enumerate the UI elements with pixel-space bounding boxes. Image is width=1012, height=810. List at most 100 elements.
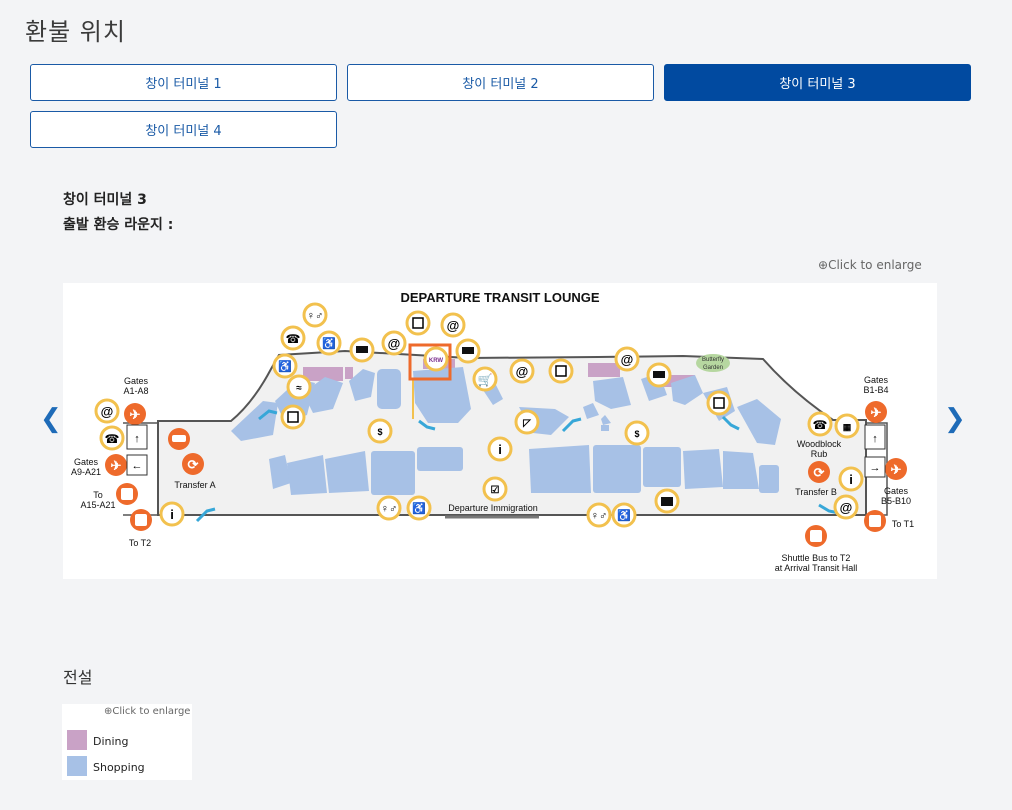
svg-text:♀♂: ♀♂ — [307, 310, 324, 322]
internet-icon: @ — [381, 330, 407, 356]
bus-icon — [116, 483, 138, 505]
refund-counter-icon: KRW — [423, 346, 449, 372]
info-board-icon — [646, 362, 672, 388]
internet-icon: @ — [94, 398, 120, 424]
gates-b5-b10-label-2: B5-B10 — [881, 496, 911, 506]
shopping-cart-icon: 🛒 — [472, 366, 498, 392]
svg-text:✈: ✈ — [111, 458, 122, 473]
transfer-b-label: Transfer B — [795, 487, 837, 497]
info-counter-icon: i — [159, 501, 185, 527]
svg-text:→: → — [870, 462, 881, 474]
gate-arrow-left: ← — [126, 454, 148, 476]
shuttle-label-1: Shuttle Bus to T2 — [782, 553, 851, 563]
svg-text:$: $ — [377, 427, 382, 437]
accessible-icon: ♿ — [611, 502, 637, 528]
transfer-icon: ⟳ — [808, 461, 830, 483]
tax-refund-icon: ◸ — [514, 409, 540, 435]
currency-exchange-icon: $ — [367, 418, 393, 444]
map-enlarge-text: Click to enlarge — [828, 258, 922, 272]
svg-text:♿: ♿ — [412, 502, 426, 515]
legend-box[interactable]: ⊕Click to enlarge Dining Shopping — [62, 704, 192, 780]
zoom-icon: ⊕ — [818, 258, 829, 272]
svg-text:☎: ☎ — [105, 432, 120, 446]
page-title: 환불 위치 — [25, 18, 126, 46]
dining-swatch — [67, 730, 87, 750]
svg-text:♿: ♿ — [617, 509, 631, 522]
svg-text:@: @ — [840, 500, 853, 515]
immigration-officer-icon: ☑ — [482, 476, 508, 502]
airplane-icon: ✈ — [865, 401, 887, 423]
tab-terminal-2[interactable]: 창이 터미널 2 — [347, 64, 654, 101]
svg-text:$: $ — [634, 429, 639, 439]
lift-icon — [280, 404, 306, 430]
tab-terminal-1[interactable]: 창이 터미널 1 — [30, 64, 337, 101]
internet-icon: @ — [440, 312, 466, 338]
internet-icon: @ — [614, 346, 640, 372]
currency-exchange-icon: $ — [624, 420, 650, 446]
legend-enlarge-link[interactable]: ⊕Click to enlarge — [104, 706, 190, 717]
svg-text:@: @ — [388, 336, 401, 351]
shuttle-label-2: at Arrival Transit Hall — [775, 563, 858, 573]
svg-text:@: @ — [447, 318, 460, 333]
gates-a9-a21-label-1: Gates — [74, 457, 99, 467]
svg-text:@: @ — [101, 404, 114, 419]
to-t1-label: To T1 — [892, 519, 914, 529]
svg-text:@: @ — [621, 352, 634, 367]
gates-a1-a8-label-2: A1-A8 — [123, 386, 148, 396]
transfer-a-label: Transfer A — [174, 480, 215, 490]
next-arrow-icon[interactable]: ❯ — [944, 406, 966, 432]
terminal-map[interactable]: DEPARTURE TRANSIT LOUNGE Butterfly Garde… — [63, 283, 937, 579]
tab-terminal-4[interactable]: 창이 터미널 4 — [30, 111, 337, 148]
transfer-icon: ⟳ — [182, 453, 204, 475]
bus-icon — [864, 510, 886, 532]
internet-icon: @ — [833, 494, 859, 520]
map-enlarge-link[interactable]: ⊕Click to enlarge — [818, 258, 922, 272]
to-t2-label: To T2 — [129, 538, 151, 548]
woodblock-rub-label-1: Woodblock — [797, 439, 842, 449]
restroom-icon: ♀♂ — [302, 302, 328, 328]
terminal-name: 창이 터미널 3 — [63, 192, 147, 208]
phone-icon: ☎ — [807, 411, 833, 437]
prayer-room-icon: ▦ — [834, 413, 860, 439]
svg-text:@: @ — [516, 364, 529, 379]
internet-icon: @ — [509, 358, 535, 384]
accessible-icon: ♿ — [272, 353, 298, 379]
svg-text:🛒: 🛒 — [478, 373, 493, 387]
bus-icon — [805, 525, 827, 547]
gates-b1-b4-label-2: B1-B4 — [863, 385, 888, 395]
svg-text:↑: ↑ — [872, 433, 878, 445]
smoking-icon: ≈ — [286, 374, 312, 400]
svg-text:◸: ◸ — [522, 418, 532, 429]
woodblock-rub-label-2: Rub — [811, 449, 828, 459]
legend-title: 전설 — [63, 668, 93, 687]
gates-a9-a21-label-2: A9-A21 — [71, 467, 101, 477]
lounge-label: 출발 환승 라운지 : — [63, 217, 174, 233]
svg-text:i: i — [170, 507, 174, 522]
restroom-icon: ♀♂ — [376, 495, 402, 521]
svg-text:♿: ♿ — [322, 337, 336, 350]
taxi-icon — [168, 428, 190, 450]
restroom-icon: ♀♂ — [586, 502, 612, 528]
phone-icon: ☎ — [99, 425, 125, 451]
svg-text:⟳: ⟳ — [188, 457, 199, 472]
lift-icon — [548, 358, 574, 384]
svg-text:≈: ≈ — [296, 383, 302, 394]
gate-arrow-up: ↑ — [864, 424, 886, 450]
gates-b5-b10-label-1: Gates — [884, 486, 909, 496]
shopping-swatch — [67, 756, 87, 776]
terminal-map-svg: DEPARTURE TRANSIT LOUNGE Butterfly Garde… — [71, 290, 914, 573]
to-a15-a21-label-1: To — [93, 490, 103, 500]
prev-arrow-icon[interactable]: ❮ — [40, 406, 62, 432]
legend-dining-label: Dining — [93, 735, 129, 748]
legend-enlarge-text: Click to enlarge — [112, 706, 191, 717]
svg-text:✈: ✈ — [891, 462, 902, 477]
map-heading: DEPARTURE TRANSIT LOUNGE — [400, 290, 599, 305]
bus-icon — [130, 509, 152, 531]
phone-icon: ☎ — [280, 325, 306, 351]
svg-text:✈: ✈ — [130, 407, 141, 422]
accessible-icon: ♿ — [316, 330, 342, 356]
info-counter-icon: i — [487, 436, 513, 462]
svg-text:i: i — [849, 472, 853, 487]
tab-terminal-3[interactable]: 창이 터미널 3 — [664, 64, 971, 101]
gate-arrow-up: ↑ — [126, 424, 148, 450]
